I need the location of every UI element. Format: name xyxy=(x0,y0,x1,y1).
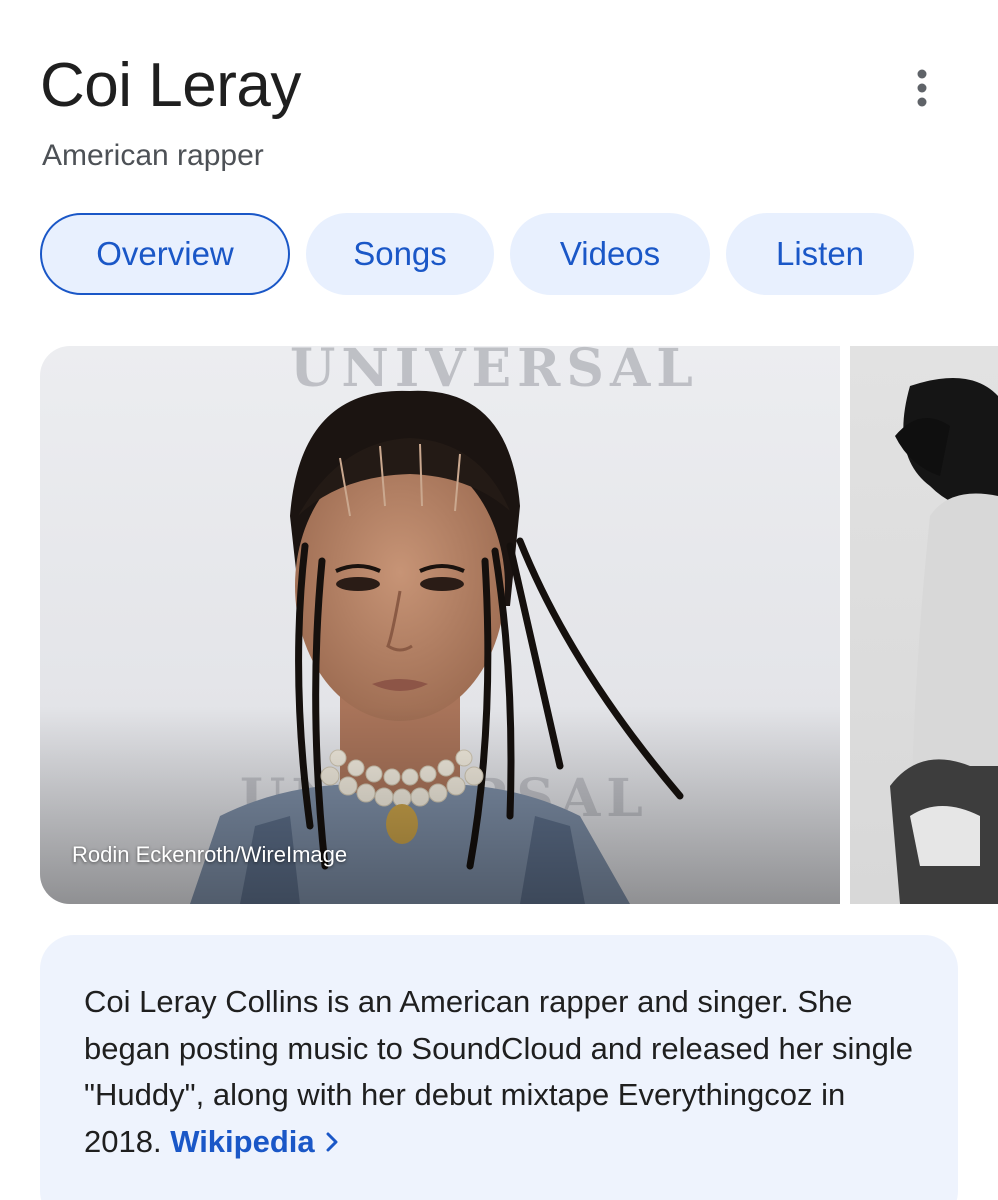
portrait-image: UNIVERSAL UNIVERSAL xyxy=(40,346,840,904)
description-text-block: Coi Leray Collins is an American rapper … xyxy=(84,979,918,1165)
knowledge-panel: Coi Leray American rapper Overview Songs… xyxy=(0,0,998,1200)
page-title: Coi Leray xyxy=(40,51,301,120)
description-card: Coi Leray Collins is an American rapper … xyxy=(40,935,958,1200)
backdrop-logo-top: UNIVERSAL xyxy=(290,346,699,399)
main-photo[interactable]: UNIVERSAL UNIVERSAL xyxy=(40,346,840,904)
tab-bar: Overview Songs Videos Listen xyxy=(40,213,914,295)
tab-overview[interactable]: Overview xyxy=(40,213,290,295)
secondary-portrait-image xyxy=(890,378,998,904)
tab-listen[interactable]: Listen xyxy=(726,213,914,295)
image-credit: Rodin Eckenroth/WireImage xyxy=(72,842,348,867)
wikipedia-link[interactable]: Wikipedia xyxy=(170,1124,338,1159)
tab-videos[interactable]: Videos xyxy=(510,213,710,295)
entity-subtitle: American rapper xyxy=(42,139,264,172)
wikipedia-link-label: Wikipedia xyxy=(170,1123,315,1159)
more-vert-icon xyxy=(917,69,927,107)
tab-songs[interactable]: Songs xyxy=(306,213,494,295)
more-options-button[interactable] xyxy=(896,60,948,116)
chevron-right-icon xyxy=(326,1132,338,1151)
secondary-photo[interactable] xyxy=(850,346,998,904)
